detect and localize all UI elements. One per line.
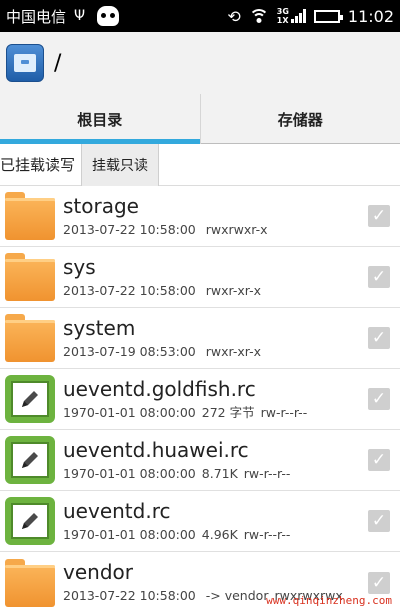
select-checkbox[interactable]: ✓ [368, 572, 390, 594]
mount-status-label: 已挂载读写 [0, 154, 75, 175]
list-item[interactable]: sys 2013-07-22 10:58:00 rwxr-xr-x ✓ [0, 247, 400, 308]
file-size: 272 字节 [202, 405, 255, 420]
watermark-text: www.qinqinzheng.com [266, 594, 392, 607]
file-list: storage 2013-07-22 10:58:00 rwxrwxr-x ✓ s… [0, 186, 400, 613]
file-permissions: rw-r--r-- [244, 466, 291, 481]
folder-icon [5, 314, 55, 362]
file-permissions: rwxrwxr-x [206, 222, 268, 237]
current-path: / [54, 51, 61, 76]
network-type-bottom: 1X [277, 16, 289, 25]
edit-file-icon [5, 375, 55, 423]
file-date: 2013-07-22 10:58:00 [63, 283, 196, 298]
file-date: 1970-01-01 08:00:00 [63, 405, 196, 420]
edit-file-icon [5, 497, 55, 545]
app-title-bar: / [0, 32, 400, 94]
file-name: ueventd.goldfish.rc [63, 377, 368, 401]
tab-root[interactable]: 根目录 [0, 94, 200, 144]
file-name: ueventd.rc [63, 499, 368, 523]
folder-icon [5, 253, 55, 301]
clock: 11:02 [348, 7, 394, 26]
file-date: 2013-07-22 10:58:00 [63, 222, 196, 237]
select-checkbox[interactable]: ✓ [368, 510, 390, 532]
file-date: 1970-01-01 08:00:00 [63, 466, 196, 481]
tab-bar: 根目录 存储器 [0, 94, 400, 144]
file-name: vendor [63, 560, 368, 584]
folder-icon [5, 559, 55, 607]
list-item[interactable]: ueventd.goldfish.rc 1970-01-01 08:00:00 2… [0, 369, 400, 430]
list-item[interactable]: system 2013-07-19 08:53:00 rwxr-xr-x ✓ [0, 308, 400, 369]
select-checkbox[interactable]: ✓ [368, 205, 390, 227]
file-name: system [63, 316, 368, 340]
file-size: 4.96K [202, 527, 238, 542]
select-checkbox[interactable]: ✓ [368, 327, 390, 349]
battery-icon [314, 10, 340, 23]
select-checkbox[interactable]: ✓ [368, 449, 390, 471]
select-checkbox[interactable]: ✓ [368, 388, 390, 410]
file-permissions: rwxr-xr-x [206, 344, 261, 359]
symlink-target: -> vendor [206, 588, 269, 603]
status-bar: 中国电信 Ψ ⟲ 3G 1X 11:02 [0, 0, 400, 32]
file-name: storage [63, 194, 368, 218]
file-date: 2013-07-19 08:53:00 [63, 344, 196, 359]
network-type-top: 3G [277, 7, 289, 16]
carrier-label: 中国电信 [6, 6, 66, 27]
file-size: 8.71K [202, 466, 238, 481]
signal-icon: 3G 1X [277, 7, 306, 25]
folder-icon [5, 192, 55, 240]
file-date: 1970-01-01 08:00:00 [63, 527, 196, 542]
usb-icon: Ψ [74, 8, 85, 24]
list-item[interactable]: storage 2013-07-22 10:58:00 rwxrwxr-x ✓ [0, 186, 400, 247]
file-permissions: rw-r--r-- [261, 405, 308, 420]
file-permissions: rw-r--r-- [244, 527, 291, 542]
mount-readonly-button[interactable]: 挂载只读 [81, 144, 159, 186]
file-manager-app-icon[interactable] [6, 44, 44, 82]
sync-icon: ⟲ [227, 7, 240, 26]
file-name: ueventd.huawei.rc [63, 438, 368, 462]
file-date: 2013-07-22 10:58:00 [63, 588, 196, 603]
select-checkbox[interactable]: ✓ [368, 266, 390, 288]
mount-bar: 已挂载读写 挂载只读 [0, 144, 400, 186]
wifi-icon [249, 9, 269, 23]
file-name: sys [63, 255, 368, 279]
cat-notification-icon [97, 6, 119, 26]
list-item[interactable]: ueventd.huawei.rc 1970-01-01 08:00:00 8.7… [0, 430, 400, 491]
edit-file-icon [5, 436, 55, 484]
tab-storage[interactable]: 存储器 [200, 94, 400, 144]
list-item[interactable]: ueventd.rc 1970-01-01 08:00:00 4.96K rw-r-… [0, 491, 400, 552]
file-permissions: rwxr-xr-x [206, 283, 261, 298]
